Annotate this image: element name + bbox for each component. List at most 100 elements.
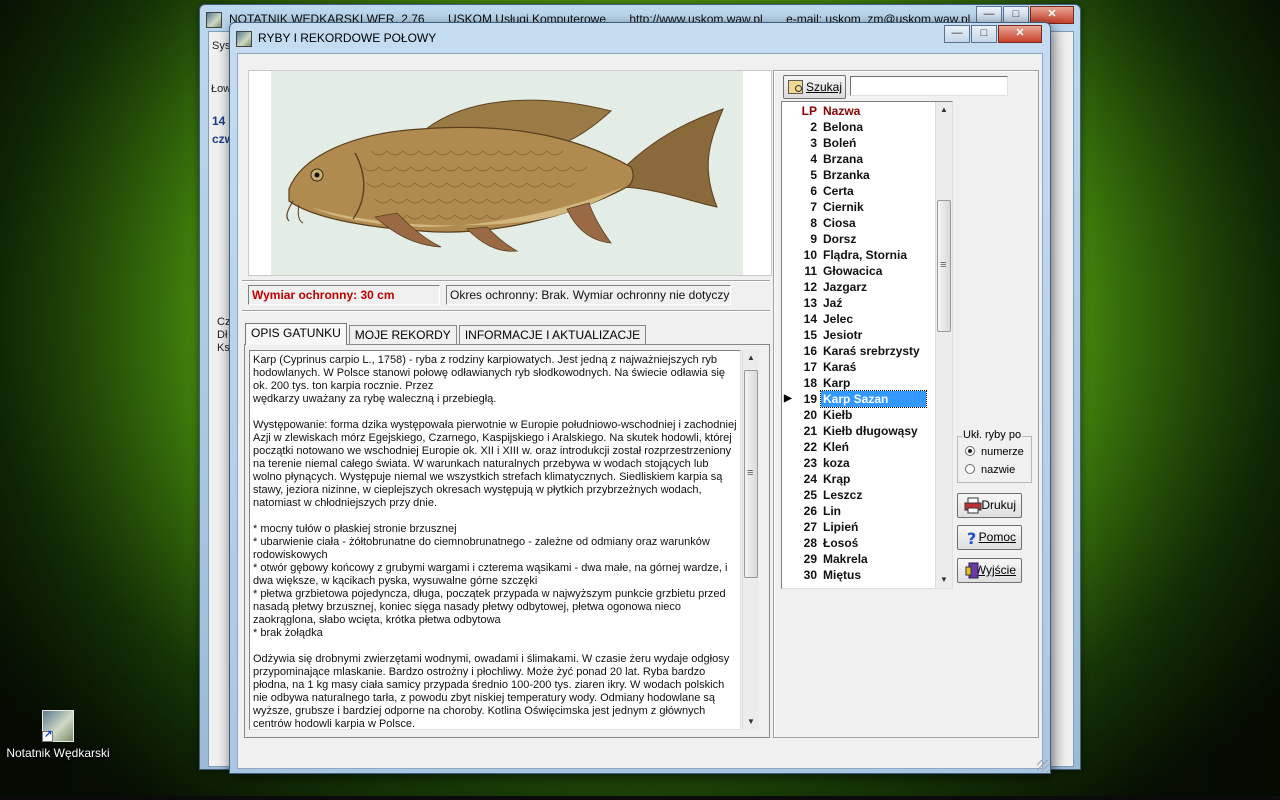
fish-lp: 7	[810, 200, 817, 214]
list-item[interactable]: 27 Lipień	[782, 519, 937, 535]
help-question-icon: ?	[967, 529, 976, 546]
protection-size-field: Wymiar ochronny: 30 cm	[248, 285, 440, 305]
list-item[interactable]: 14 Jelec	[782, 311, 937, 327]
list-item[interactable]: 26 Lin	[782, 503, 937, 519]
sort-group: Ukł. ryby po numerze nazwie	[957, 429, 1032, 483]
list-item[interactable]: 7 Ciernik	[782, 199, 937, 215]
fish-lp: 9	[810, 232, 817, 246]
fish-lp: 15	[803, 328, 817, 342]
fish-dialog[interactable]: RYBY I REKORDOWE POŁOWY — □ ✕ Wymiar och…	[229, 22, 1051, 774]
exit-button[interactable]: Wyjście	[957, 558, 1022, 583]
list-item[interactable]: 15 Jesiotr	[782, 327, 937, 343]
list-item[interactable]: 13 Jaź	[782, 295, 937, 311]
list-item[interactable]: 2 Belona	[782, 119, 937, 135]
list-item[interactable]: 21 Kiełb długowąsy	[782, 423, 937, 439]
list-item[interactable]: 20 Kiełb	[782, 407, 937, 423]
fish-name: Belona	[823, 120, 864, 134]
date-fragment: 14	[212, 114, 226, 128]
fish-list[interactable]: LP Nazwa 2 Belona 3 Boleń 4 Brzana 5 Brzanka 6 Ce…	[781, 101, 953, 589]
search-button[interactable]: Szukaj	[783, 75, 846, 99]
list-item[interactable]: 18 Karp	[782, 375, 937, 391]
tab-informacje[interactable]: INFORMACJE I AKTUALIZACJE	[458, 325, 647, 345]
list-item[interactable]: ▶ 19 Karp Sazan	[782, 390, 937, 408]
fish-name: Jaź	[823, 296, 843, 310]
lp-column-header[interactable]: LP	[782, 103, 817, 119]
dialog-title: RYBY I REKORDOWE POŁOWY	[258, 31, 437, 45]
dialog-client: Wymiar ochronny: 30 cm Okres ochronny: B…	[237, 53, 1043, 769]
list-item[interactable]: 6 Certa	[782, 183, 937, 199]
list-item[interactable]: 28 Łosoś	[782, 535, 937, 551]
scroll-thumb[interactable]	[744, 370, 758, 578]
fish-name: Brzana	[823, 152, 864, 166]
list-item[interactable]: 4 Brzana	[782, 151, 937, 167]
dialog-close-button[interactable]: ✕	[998, 25, 1042, 43]
list-item[interactable]: 11 Głowacica	[782, 263, 937, 279]
fish-lp: 14	[803, 312, 817, 326]
list-item[interactable]: 29 Makrela	[782, 551, 937, 567]
fish-name: Miętus	[823, 568, 862, 582]
fish-name: Lin	[823, 504, 841, 518]
list-item[interactable]: 24 Krąp	[782, 471, 937, 487]
list-item[interactable]: 5 Brzanka	[782, 167, 937, 183]
list-scrollbar[interactable]: ▲ ▼	[935, 102, 952, 588]
list-scroll-down-icon[interactable]: ▼	[936, 572, 952, 588]
dialog-app-icon	[236, 31, 252, 47]
fish-name: Głowacica	[823, 264, 883, 278]
list-item[interactable]: 12 Jazgarz	[782, 279, 937, 295]
fish-name: Kiełb długowąsy	[823, 424, 918, 438]
fish-lp: 25	[803, 488, 817, 502]
tab-strip: OPIS GATUNKU MOJE REKORDY INFORMACJE I A…	[245, 323, 648, 345]
list-item[interactable]: 25 Leszcz	[782, 487, 937, 503]
fish-lp: 17	[803, 360, 817, 374]
fish-name: Ciosa	[823, 216, 856, 230]
desktop-shortcut[interactable]: Notatnik Wędkarski	[2, 710, 114, 760]
list-item[interactable]: 23 koza	[782, 455, 937, 471]
description-scrollbar[interactable]: ▲ ▼	[742, 350, 759, 730]
svg-text:?: ?	[967, 529, 976, 546]
fish-lp: 5	[810, 168, 817, 182]
fish-lp: 11	[804, 264, 817, 278]
sort-by-name-radio[interactable]: nazwie	[965, 464, 1015, 476]
list-item[interactable]: 10 Flądra, Stornia	[782, 247, 937, 263]
menu-fragment-sys[interactable]: Sys	[212, 40, 230, 52]
help-button-label: Pomoc	[978, 530, 1016, 544]
list-item[interactable]: 30 Miętus	[782, 567, 937, 583]
dialog-window-controls: — □ ✕	[943, 25, 1042, 43]
dialog-minimize-button[interactable]: —	[944, 25, 970, 43]
name-column-header[interactable]: Nazwa	[821, 103, 862, 119]
list-item[interactable]: 8 Ciosa	[782, 215, 937, 231]
sort-by-number-radio[interactable]: numerze	[965, 446, 1024, 458]
list-scroll-up-icon[interactable]: ▲	[936, 102, 952, 118]
scroll-down-icon[interactable]: ▼	[743, 714, 759, 730]
desktop-shortcut-label: Notatnik Wędkarski	[6, 746, 110, 760]
help-button[interactable]: ? Pomoc	[957, 525, 1022, 550]
list-item[interactable]: 22 Kleń	[782, 439, 937, 455]
list-item[interactable]: 3 Boleń	[782, 135, 937, 151]
list-item[interactable]: 9 Dorsz	[782, 231, 937, 247]
fish-image	[248, 70, 772, 276]
printer-icon	[964, 497, 982, 514]
species-description[interactable]: Karp (Cyprinus carpio L., 1758) - ryba z…	[249, 350, 741, 730]
fish-name: Ciernik	[823, 200, 864, 214]
label-fragment-3: Ks	[217, 342, 230, 354]
list-scroll-thumb[interactable]	[937, 200, 951, 332]
search-input[interactable]	[850, 76, 1008, 96]
fish-lp: 23	[803, 456, 817, 470]
list-item[interactable]: 17 Karaś	[782, 359, 937, 375]
fish-name: Flądra, Stornia	[823, 248, 908, 262]
tab-moje-rekordy[interactable]: MOJE REKORDY	[348, 325, 457, 345]
fish-lp: 18	[803, 376, 817, 390]
sort-by-number-label: numerze	[981, 446, 1024, 458]
dialog-maximize-button[interactable]: □	[971, 25, 997, 43]
taskbar-edge	[0, 796, 1280, 800]
resize-grip[interactable]	[1037, 760, 1049, 772]
list-header[interactable]: LP Nazwa	[782, 103, 937, 119]
fish-lp: 10	[803, 248, 817, 262]
print-button[interactable]: Drukuj	[957, 493, 1022, 518]
sort-caption: Ukł. ryby po	[962, 429, 1023, 441]
fish-name: Leszcz	[823, 488, 863, 502]
list-item[interactable]: 16 Karaś srebrzysty	[782, 343, 937, 359]
fish-name: Dorsz	[823, 232, 857, 246]
tab-opis-gatunku[interactable]: OPIS GATUNKU	[245, 323, 347, 345]
scroll-up-icon[interactable]: ▲	[743, 350, 759, 366]
